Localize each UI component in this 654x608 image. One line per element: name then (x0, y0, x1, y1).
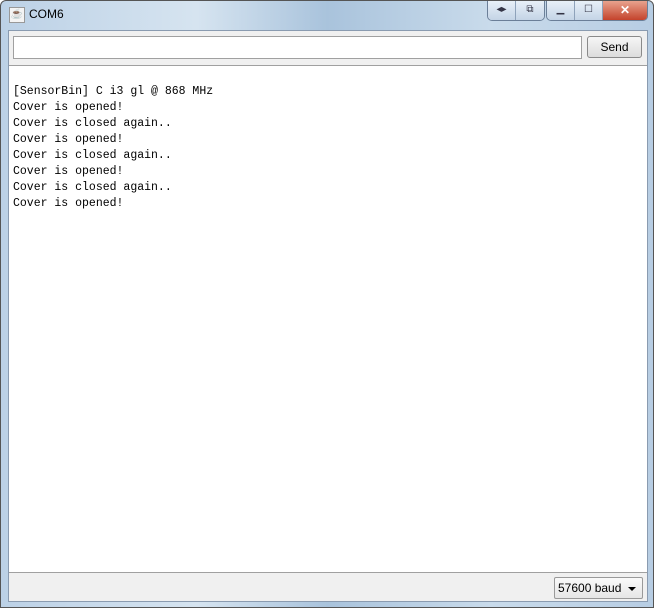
output-line: Cover is opened! (13, 133, 124, 146)
output-line: Cover is opened! (13, 165, 124, 178)
output-line: Cover is closed again.. (13, 181, 172, 194)
java-app-icon: ☕ (9, 7, 25, 23)
chevron-down-icon (628, 587, 636, 591)
send-button[interactable]: Send (587, 36, 642, 58)
client-area: Send [SensorBin] C i3 gl @ 868 MHz Cover… (8, 30, 648, 602)
serial-output[interactable]: [SensorBin] C i3 gl @ 868 MHz Cover is o… (9, 65, 647, 573)
resize-arrows-icon[interactable]: ◂▸ (488, 1, 516, 20)
window-title: COM6 (29, 7, 64, 21)
maximize-button[interactable]: ☐ (575, 1, 603, 20)
window-controls: ▁ ☐ ✕ (546, 1, 648, 21)
restore-view-icon[interactable]: ⧉ (516, 1, 544, 20)
baud-rate-value: 57600 baud (558, 581, 622, 595)
send-input[interactable] (13, 36, 582, 59)
output-line: Cover is closed again.. (13, 117, 172, 130)
serial-monitor-window: ☕ COM6 ◂▸ ⧉ ▁ ☐ ✕ Send [SensorBin] C i3 … (0, 0, 654, 608)
output-line: Cover is opened! (13, 197, 124, 210)
extra-controls: ◂▸ ⧉ (487, 1, 545, 21)
close-button[interactable]: ✕ (603, 1, 647, 20)
baud-rate-select[interactable]: 57600 baud (554, 577, 643, 599)
output-line: Cover is opened! (13, 101, 124, 114)
minimize-button[interactable]: ▁ (547, 1, 575, 20)
output-line: Cover is closed again.. (13, 149, 172, 162)
output-line: [SensorBin] C i3 gl @ 868 MHz (13, 85, 214, 98)
